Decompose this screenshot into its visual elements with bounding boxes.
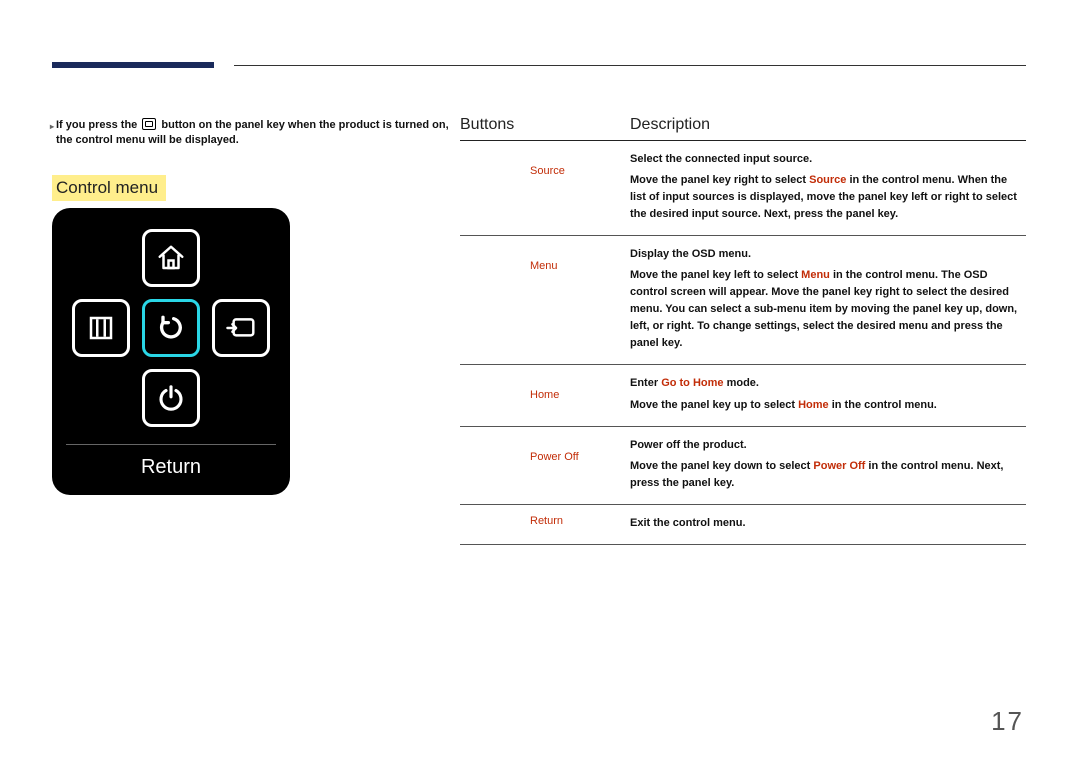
return-icon	[155, 312, 187, 344]
section-heading: Control menu	[52, 175, 166, 201]
table-row: Home Enter Go to Home mode. Move the pan…	[460, 365, 1026, 425]
home-icon	[156, 243, 186, 273]
button-name-source: Source	[460, 151, 630, 177]
desc-text: Move the panel key left to select	[630, 269, 801, 281]
table-row: Return Exit the control menu.	[460, 505, 1026, 544]
desc-text: in the control menu. The OSD control scr…	[630, 269, 1017, 349]
home-button[interactable]	[142, 229, 200, 287]
page-number: 17	[991, 706, 1024, 737]
header-rule	[234, 65, 1026, 66]
power-button[interactable]	[142, 369, 200, 427]
description-source: Select the connected input source. Move …	[630, 151, 1026, 223]
col-header-buttons: Buttons	[460, 116, 630, 134]
return-button[interactable]	[142, 299, 200, 357]
desc-lead: Power off the product.	[630, 437, 1026, 454]
desc-text: Move the panel key down to select	[630, 460, 813, 472]
button-name-power: Power Off	[460, 437, 630, 463]
panel-bottom-label: Return	[52, 456, 290, 479]
control-menu-panel: Return	[52, 208, 290, 495]
desc-lead: Enter Go to Home mode.	[630, 375, 1026, 392]
col-header-description: Description	[630, 116, 1026, 134]
description-power: Power off the product. Move the panel ke…	[630, 437, 1026, 492]
source-icon	[225, 313, 257, 343]
button-name-return: Return	[460, 515, 630, 527]
desc-lead: Select the connected input source.	[630, 151, 1026, 168]
desc-text: in the control menu.	[829, 399, 937, 411]
table-row: Power Off Power off the product. Move th…	[460, 427, 1026, 504]
panel-grid	[52, 226, 290, 430]
bullet-icon: ▸	[50, 121, 54, 132]
manual-page: ▸ If you press the button on the panel k…	[0, 0, 1080, 763]
header-tab-mark	[52, 62, 214, 68]
desc-lead: Exit the control menu.	[630, 515, 1026, 532]
desc-text: Move the panel key up to select	[630, 399, 798, 411]
buttons-table: Buttons Description Source Select the co…	[460, 116, 1026, 545]
description-return: Exit the control menu.	[630, 515, 1026, 532]
table-row: Menu Display the OSD menu. Move the pane…	[460, 236, 1026, 364]
desc-keyword: Source	[809, 174, 846, 186]
intro-note: ▸ If you press the button on the panel k…	[56, 118, 456, 149]
panel-separator	[66, 444, 276, 445]
menu-button[interactable]	[72, 299, 130, 357]
table-rule	[460, 544, 1026, 545]
desc-keyword: Menu	[801, 269, 830, 281]
description-menu: Display the OSD menu. Move the panel key…	[630, 246, 1026, 352]
menu-icon	[86, 313, 116, 343]
note-text-before: If you press the	[56, 119, 137, 131]
description-home: Enter Go to Home mode. Move the panel ke…	[630, 375, 1026, 413]
table-row: Source Select the connected input source…	[460, 141, 1026, 235]
desc-keyword: Power Off	[813, 460, 865, 472]
button-name-menu: Menu	[460, 246, 630, 272]
desc-text: Move the panel key right to select	[630, 174, 809, 186]
panel-key-icon	[142, 118, 156, 130]
button-name-home: Home	[460, 375, 630, 401]
source-button[interactable]	[212, 299, 270, 357]
desc-lead: Display the OSD menu.	[630, 246, 1026, 263]
desc-keyword: Home	[798, 399, 829, 411]
table-header: Buttons Description	[460, 116, 1026, 140]
power-icon	[156, 383, 186, 413]
